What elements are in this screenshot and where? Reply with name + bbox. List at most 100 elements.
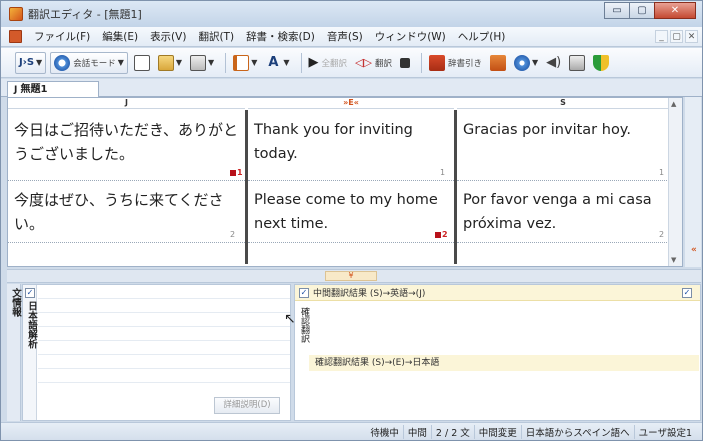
- spanish-column[interactable]: Gracias por invitar hoy. 1 Por favor ven…: [457, 110, 669, 264]
- title-bar: 翻訳エディタ - [無題1] ▭ ▢ ✕: [1, 1, 702, 27]
- flag-icon: [435, 231, 441, 238]
- segment-divider: [8, 180, 245, 181]
- japanese-analysis-pane: ✓ 日本語解析 詳細説明(D): [22, 284, 291, 421]
- translate-arrows-icon: ◁▷: [355, 56, 372, 69]
- japanese-column[interactable]: 今日はご招待いただき、ありがとうございました。 1 今度はぜひ、うちに来てくださ…: [8, 110, 245, 264]
- intermediate-result-header: ✓ 中間翻訳結果 (S)→英語→(J) ✓: [295, 285, 700, 301]
- font-button[interactable]: A ▼: [263, 52, 291, 74]
- editor-vertical-scrollbar[interactable]: ▲ ▼: [668, 98, 682, 266]
- english-segment-2[interactable]: Please come to my home next time.: [254, 188, 454, 236]
- new-document-button[interactable]: [132, 52, 152, 74]
- scroll-up-icon[interactable]: ▲: [671, 100, 676, 108]
- intermediate-result-checkbox[interactable]: ✓: [299, 287, 309, 298]
- spanish-segment-2[interactable]: Por favor venga a mi casa próxima vez.: [463, 188, 667, 236]
- analysis-row: [38, 327, 290, 341]
- chevron-down-icon: ▼: [117, 58, 124, 67]
- dictionary-lookup-button[interactable]: 辞書引き: [427, 52, 484, 74]
- right-edge-strip: «: [685, 97, 701, 267]
- layout-button[interactable]: ▼: [231, 52, 259, 74]
- segment-number: 1: [440, 168, 446, 177]
- menu-file[interactable]: ファイル(F): [28, 29, 96, 44]
- status-direction: 日本語からスペイン語へ: [520, 425, 634, 439]
- intermediate-result-pane: ✓ 中間翻訳結果 (S)→英語→(J) ✓ 確認翻訳 確認翻訳結果 (S)→(E…: [294, 284, 701, 421]
- column-header-english: »E«: [248, 98, 454, 109]
- keyboard-button[interactable]: [567, 52, 587, 74]
- conversation-mode-button[interactable]: 会話モード ▼: [50, 51, 128, 74]
- toolbar-separator: [225, 52, 227, 73]
- chevron-down-icon: ▼: [208, 58, 215, 67]
- document-tab-strip: J 無題1: [1, 79, 702, 98]
- translate-button[interactable]: ◁▷ 翻訳: [353, 52, 394, 74]
- segment-number: 1: [659, 168, 665, 177]
- lower-panel: 文情報 ✓ 日本語解析 詳細説明(D) ✓ 中間翻訳結果 (S)→英語→(J): [7, 284, 701, 421]
- close-button[interactable]: ✕: [654, 2, 696, 19]
- status-user-setting: ユーザ設定1: [633, 425, 696, 439]
- stop-button[interactable]: [398, 52, 412, 74]
- shield-icon: [593, 54, 610, 71]
- detail-explanation-button[interactable]: 詳細説明(D): [214, 397, 280, 414]
- menu-voice[interactable]: 音声(S): [321, 29, 369, 44]
- menu-translate[interactable]: 翻訳(T): [192, 29, 240, 44]
- menu-dictionary[interactable]: 辞書・検索(D): [240, 29, 321, 44]
- intermediate-result-label: 中間翻訳結果 (S)→英語→(J): [313, 289, 426, 299]
- sentence-info-label: 文情報: [10, 288, 21, 317]
- conversation-mode-label: 会話モード: [73, 58, 116, 69]
- analysis-side-strip: ✓ 日本語解析: [23, 285, 37, 420]
- sentence-info-tab[interactable]: 文情報: [7, 284, 21, 421]
- japanese-segment-2[interactable]: 今度はぜひ、うちに来てください。: [14, 188, 242, 236]
- translate-label: 翻訳: [374, 58, 392, 69]
- document-icon[interactable]: [9, 30, 22, 43]
- segment-divider: [248, 242, 454, 243]
- open-button[interactable]: ▼: [156, 52, 184, 74]
- confirm-translation-label: 確認翻訳: [299, 307, 309, 343]
- scroll-down-icon[interactable]: ▼: [671, 256, 676, 264]
- menu-view[interactable]: 表示(V): [144, 29, 192, 44]
- play-icon: ▶: [308, 55, 319, 70]
- print-button[interactable]: ▼: [188, 52, 216, 74]
- mdi-minimize-button[interactable]: _: [655, 30, 668, 43]
- maximize-button[interactable]: ▢: [629, 2, 655, 19]
- translate-all-button[interactable]: ▶ 全翻訳: [307, 52, 350, 74]
- analysis-row: [38, 285, 290, 299]
- web-search-button[interactable]: ▼: [512, 52, 540, 74]
- english-segment-1[interactable]: Thank you for inviting today.: [254, 118, 454, 166]
- speech-button[interactable]: ◀): [544, 52, 563, 74]
- columns-layout-icon: [233, 54, 250, 71]
- dictionary-book-button[interactable]: [488, 52, 508, 74]
- chevron-down-icon: ▼: [283, 58, 290, 67]
- menu-window[interactable]: ウィンドウ(W): [369, 29, 452, 44]
- japanese-segment-1[interactable]: 今日はご招待いただき、ありがとうございました。: [14, 118, 242, 166]
- pane-splitter[interactable]: ¥: [7, 269, 701, 283]
- menu-help[interactable]: ヘルプ(H): [452, 29, 512, 44]
- menu-edit[interactable]: 編集(E): [96, 29, 144, 44]
- font-size-icon: A: [268, 54, 279, 70]
- intermediate-right-checkbox[interactable]: ✓: [682, 288, 692, 298]
- language-pair-dropdown[interactable]: J›S ▼: [15, 51, 47, 74]
- analysis-row: [38, 341, 290, 355]
- document-tab[interactable]: J 無題1: [7, 81, 99, 98]
- globe-search-icon: [513, 54, 530, 71]
- spanish-segment-1[interactable]: Gracias por invitar hoy.: [463, 118, 667, 142]
- window-title: 翻訳エディタ - [無題1]: [28, 8, 142, 21]
- confirm-translation-strip: 確認翻訳: [295, 301, 309, 420]
- analysis-checkbox[interactable]: ✓: [25, 288, 35, 298]
- splitter-handle[interactable]: ¥: [325, 271, 377, 281]
- analysis-row: [38, 355, 290, 369]
- panel-toggle-marker[interactable]: «: [691, 245, 697, 255]
- english-column[interactable]: Thank you for inviting today. 1 Please c…: [248, 110, 454, 264]
- mdi-restore-button[interactable]: ▢: [670, 30, 683, 43]
- speaker-icon: ◀): [546, 55, 562, 70]
- app-logo-icon: [9, 7, 23, 21]
- segment-divider: [8, 242, 245, 243]
- user-settings-button[interactable]: [591, 52, 611, 74]
- minimize-button[interactable]: ▭: [604, 2, 630, 19]
- app-window: 翻訳エディタ - [無題1] ▭ ▢ ✕ ファイル(F) 編集(E) 表示(V)…: [0, 0, 703, 441]
- chevron-down-icon: ▼: [36, 58, 43, 67]
- window-controls: ▭ ▢ ✕: [604, 2, 696, 19]
- segment-divider: [457, 242, 669, 243]
- analysis-row: [38, 299, 290, 313]
- mdi-controls: _ ▢ ✕: [655, 30, 698, 43]
- flag-icon: [230, 169, 236, 176]
- mdi-close-button[interactable]: ✕: [685, 30, 698, 43]
- segment-number: 2: [435, 230, 448, 239]
